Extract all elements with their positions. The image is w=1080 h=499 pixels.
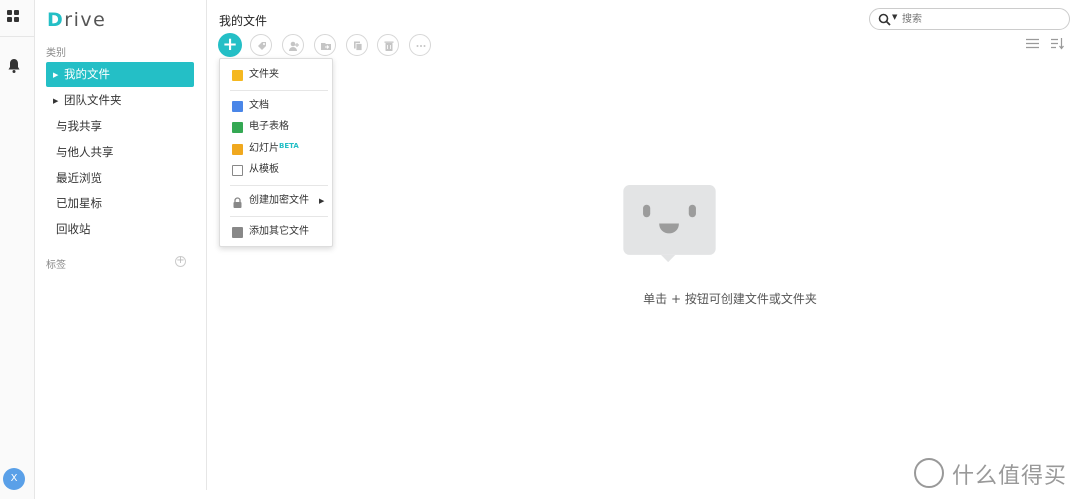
move-button[interactable]: [314, 34, 336, 56]
sidebar-item-recent[interactable]: 最近浏览: [46, 166, 194, 191]
more-icon: [416, 45, 426, 47]
menu-item-encrypted[interactable]: 创建加密文件 ▶: [220, 191, 332, 211]
menu-item-add-other[interactable]: 添加其它文件: [220, 222, 332, 242]
sidebar-item-starred[interactable]: 已加星标: [46, 191, 194, 216]
lock-icon: [232, 196, 243, 208]
user-avatar[interactable]: X: [3, 468, 25, 490]
share-button[interactable]: [282, 34, 304, 56]
template-icon: [232, 165, 243, 176]
watermark-logo-icon: [914, 458, 944, 488]
caret-right-icon[interactable]: ▶: [53, 63, 61, 88]
page-title: 我的文件: [219, 14, 268, 28]
add-tag-button[interactable]: +: [175, 256, 186, 267]
sheet-icon: [232, 122, 243, 133]
search-input[interactable]: [902, 12, 1062, 27]
new-item-menu: 文件夹 文档 电子表格 幻灯片 BETA 从模板 创建加密文件 ▶ 添加其它文件: [219, 58, 333, 247]
search-box[interactable]: ▼: [869, 8, 1070, 30]
copy-button[interactable]: [346, 34, 368, 56]
doc-icon: [232, 101, 243, 112]
sidebar-item-trash[interactable]: 回收站: [46, 217, 194, 242]
slides-icon: [232, 144, 243, 155]
beta-badge: BETA: [279, 142, 299, 150]
menu-item-doc[interactable]: 文档: [220, 96, 332, 116]
new-button[interactable]: +: [218, 33, 242, 57]
empty-state-illustration: [623, 185, 716, 263]
copy-icon: [354, 41, 363, 51]
menu-divider: [230, 90, 328, 91]
rail-divider: [0, 36, 35, 37]
add-user-icon: [289, 41, 299, 51]
sidebar-item-team-folders[interactable]: ▶ 团队文件夹: [46, 88, 194, 113]
bell-icon[interactable]: [7, 58, 21, 74]
main-area: 我的文件 + ▼ 单击 + 按钮可创建文件或文件夹: [207, 0, 1080, 499]
list-view-icon[interactable]: [1026, 38, 1039, 49]
empty-state-message: 单击 + 按钮可创建文件或文件夹: [643, 292, 817, 306]
menu-divider: [230, 216, 328, 217]
folder-move-icon: [321, 43, 331, 50]
caret-right-icon: ▶: [319, 197, 325, 205]
apps-grid-icon[interactable]: [7, 10, 20, 23]
site-watermark: 什么值得买: [914, 458, 1074, 492]
sort-icon[interactable]: [1051, 38, 1064, 50]
category-label: 类别: [46, 48, 66, 59]
tag-button[interactable]: [250, 34, 272, 56]
drive-logo: Drive: [47, 9, 107, 31]
folder-icon: [232, 70, 243, 81]
sidebar-item-my-files[interactable]: ▶ 我的文件: [46, 62, 194, 87]
upload-file-icon: [232, 227, 243, 238]
menu-item-template[interactable]: 从模板: [220, 160, 332, 180]
sidebar-item-shared-with-me[interactable]: 与我共享: [46, 114, 194, 139]
menu-item-folder[interactable]: 文件夹: [220, 65, 332, 85]
search-icon[interactable]: [878, 13, 891, 26]
search-scope-caret-icon[interactable]: ▼: [892, 13, 897, 21]
more-button[interactable]: [409, 34, 431, 56]
trash-icon: [384, 41, 394, 51]
tag-icon: [258, 42, 266, 50]
caret-right-icon[interactable]: ▶: [53, 89, 61, 114]
menu-item-slides[interactable]: 幻灯片 BETA: [220, 139, 332, 159]
sidebar: Drive 类别 ▶ 我的文件 ▶ 团队文件夹 与我共享 与他人共享 最近浏览 已加…: [35, 0, 207, 490]
menu-divider: [230, 185, 328, 186]
menu-item-sheet[interactable]: 电子表格: [220, 117, 332, 137]
tags-label: 标签: [46, 260, 66, 271]
delete-button[interactable]: [377, 34, 399, 56]
app-rail: X: [0, 0, 35, 499]
sidebar-item-shared-with-others[interactable]: 与他人共享: [46, 140, 194, 165]
